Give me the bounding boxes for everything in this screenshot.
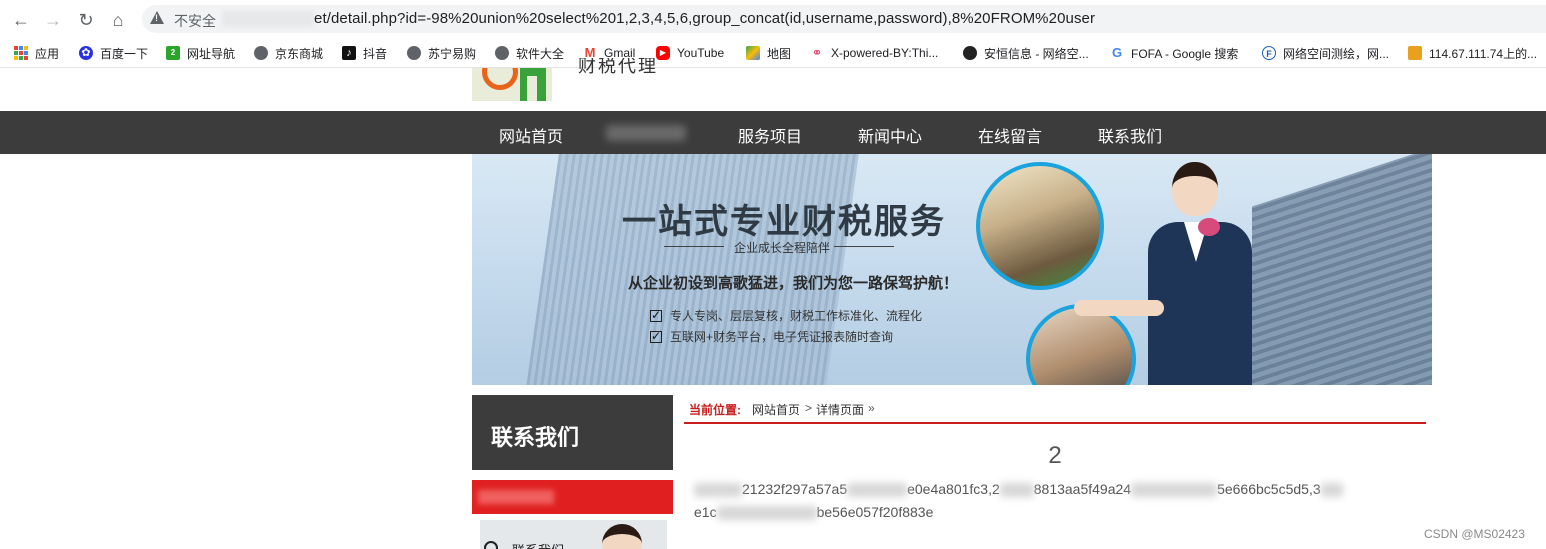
receptionist-photo <box>1074 160 1264 385</box>
redacted-text <box>694 483 742 498</box>
building-graphic <box>1252 154 1432 385</box>
breadcrumb-label: 当前位置: <box>689 403 741 417</box>
redacted-text <box>999 483 1034 498</box>
nav-contact[interactable]: 联系我们 <box>1098 123 1162 147</box>
nav-redacted-item[interactable] <box>606 125 686 141</box>
anheng-icon <box>963 46 977 60</box>
banner-slogan: 从企业初设到高歌猛进，我们为您一路保驾护航！ <box>628 275 959 292</box>
building-graphic <box>523 154 861 385</box>
banner-subtitle: 企业成长全程陪伴 <box>734 241 831 255</box>
main-nav: 网站首页 服务项目 新闻中心 在线留言 联系我们 <box>0 111 1546 154</box>
bookmark-anheng[interactable]: 安恒信息 - 网络空... <box>963 43 1089 63</box>
bookmark-suning[interactable]: 苏宁易购 <box>407 43 476 63</box>
sidebar-contact-card[interactable]: 联系我们 <box>480 520 667 549</box>
breadcrumb-separator: > <box>805 401 813 415</box>
reload-icon[interactable]: ↻ <box>74 8 98 32</box>
globe-icon <box>407 46 421 60</box>
bookmark-software[interactable]: 软件大全 <box>495 43 564 63</box>
detail-title: 2 <box>1048 442 1062 469</box>
breadcrumb-home[interactable]: 网站首页 <box>752 401 800 418</box>
result-line-2: e1c be56e057f20f883e <box>694 504 934 521</box>
phone-icon <box>484 541 498 549</box>
banner-title: 一站式专业财税服务 <box>622 203 946 241</box>
bookmark-ip[interactable]: 114.67.111.74上的... <box>1408 43 1537 63</box>
back-arrow-icon[interactable]: ← <box>9 8 33 32</box>
bookmark-cyberspace[interactable]: F 网络空间测绘，网... <box>1262 43 1389 63</box>
office-photo <box>976 162 1104 290</box>
redacted-text <box>1131 483 1218 498</box>
hero-banner: 一站式专业财税服务 企业成长全程陪伴 从企业初设到高歌猛进，我们为您一路保驾护航… <box>472 154 1432 385</box>
nav-services[interactable]: 服务项目 <box>738 123 802 147</box>
url-text[interactable]: et/detail.php?id=-98%20union%20select%20… <box>314 10 1095 27</box>
browser-toolbar: ← → ↻ ⌂ 不安全 et/detail.php?id=-98%20union… <box>0 0 1546 38</box>
2345-nav-icon: 2 <box>166 46 180 60</box>
google-g-icon: G <box>1110 45 1124 60</box>
site-logo[interactable] <box>472 68 552 101</box>
fofa-f-icon: F <box>1262 46 1276 60</box>
bookmark-2345[interactable]: 2 网址导航 <box>166 43 235 63</box>
baidu-paw-icon: ✿ <box>79 46 93 60</box>
bookmark-jd[interactable]: 京东商城 <box>254 43 323 63</box>
bookmark-apps[interactable]: 应用 <box>14 43 59 63</box>
checkbox-icon <box>650 308 662 322</box>
redacted-text <box>478 490 554 504</box>
site-logo-text: 财税代理 <box>578 58 658 74</box>
customer-service-avatar <box>602 524 642 549</box>
address-bar[interactable]: 不安全 et/detail.php?id=-98%20union%20selec… <box>142 5 1546 33</box>
bookmark-douyin[interactable]: ♪ 抖音 <box>342 43 387 63</box>
checkbox-icon <box>650 329 662 343</box>
rings-icon: ⚭ <box>810 45 824 60</box>
apps-grid-icon <box>14 46 28 60</box>
nav-home[interactable]: 网站首页 <box>499 123 563 147</box>
bookmark-fofa-google[interactable]: G FOFA - Google 搜索 <box>1110 43 1238 63</box>
not-secure-label[interactable]: 不安全 <box>174 11 216 31</box>
redacted-text <box>716 506 817 521</box>
globe-icon <box>495 46 509 60</box>
breadcrumb-current[interactable]: 详情页面 <box>816 401 864 418</box>
redacted-domain <box>222 11 314 27</box>
result-line-1: 21232f297a57a5 e0e4a801fc3,2 8813aa5f49a24… <box>694 478 1343 501</box>
office-photo <box>1026 304 1136 385</box>
banner-check-item: 互联网+财务平台，电子凭证报表随时查询 <box>650 328 893 345</box>
breadcrumb: 当前位置: 网站首页 > 详情页面 » <box>684 398 1426 424</box>
picture-icon <box>1408 46 1422 60</box>
bookmark-xpowered[interactable]: ⚭ X-powered-BY:Thi... <box>810 43 938 63</box>
home-icon[interactable]: ⌂ <box>106 8 130 32</box>
nav-news[interactable]: 新闻中心 <box>858 123 922 147</box>
redacted-text <box>847 483 908 498</box>
csdn-watermark: CSDN @MS02423 <box>1424 527 1525 541</box>
bookmarks-bar: 应用 ✿ 百度一下 2 网址导航 京东商城 ♪ 抖音 苏宁易购 软件大全 M G… <box>0 38 1546 68</box>
warning-triangle-icon[interactable] <box>150 11 164 24</box>
tiktok-icon: ♪ <box>342 46 356 60</box>
injection-result: 21232f297a57a5 e0e4a801fc3,2 8813aa5f49a24… <box>694 478 1343 524</box>
breadcrumb-trail: » <box>868 401 875 415</box>
nav-message[interactable]: 在线留言 <box>978 123 1042 147</box>
banner-check-item: 专人专岗、层层复核，财税工作标准化、流程化 <box>650 307 922 324</box>
sidebar-heading: 联系我们 <box>472 395 673 470</box>
redacted-text <box>1320 483 1343 498</box>
globe-icon <box>254 46 268 60</box>
bookmark-baidu[interactable]: ✿ 百度一下 <box>79 43 148 63</box>
forward-arrow-icon[interactable]: → <box>41 8 65 32</box>
